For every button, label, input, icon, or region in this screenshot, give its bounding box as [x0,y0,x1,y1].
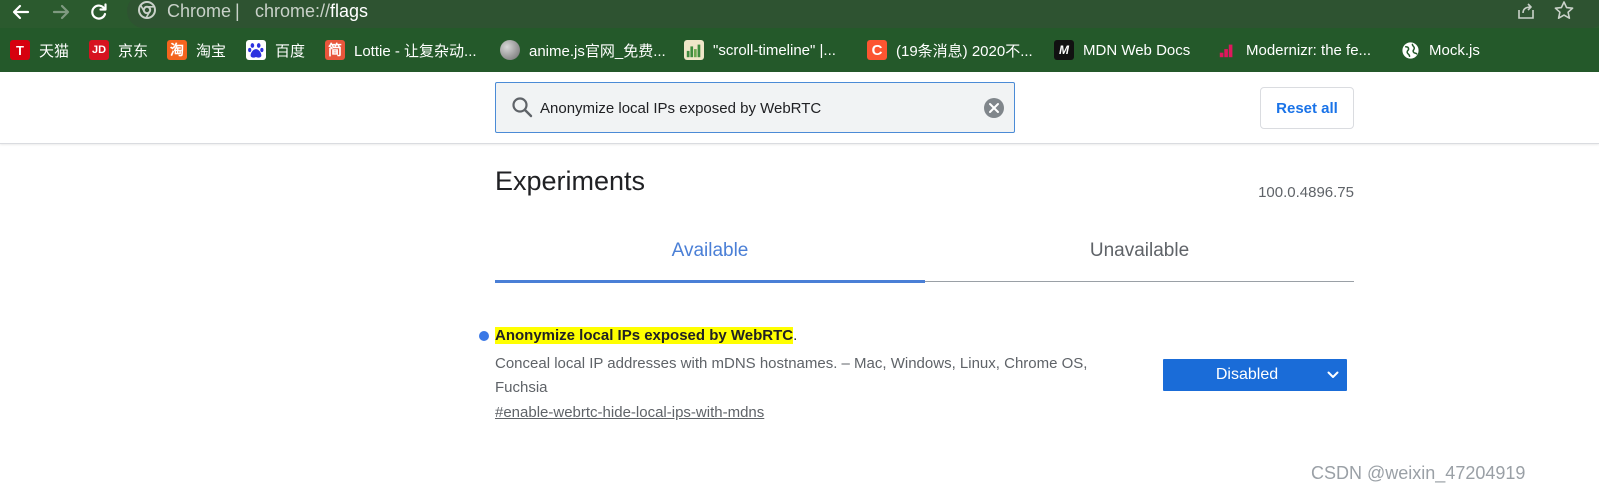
csdn-watermark: CSDN @weixin_47204919 [1311,463,1526,483]
bookmark-label: (19条消息) 2020不... [896,42,1033,60]
flag-description: Conceal local IP addresses with mDNS hos… [495,355,1088,396]
flag-title: Anonymize local IPs exposed by WebRTC. [495,327,797,344]
tab-available[interactable]: Available [495,240,925,282]
bookmark-label: Modernizr: the fe... [1246,41,1372,59]
address-url-prefix: chrome:// [255,1,331,21]
page-title: Experiments [495,166,646,196]
address-url-path: flags [330,1,369,21]
bookmark-caniuse[interactable]: "scroll-timeline" |... [684,38,836,62]
reload-icon [91,3,107,20]
address-separator: | [235,1,240,21]
bookmark-label: "scroll-timeline" |... [713,41,836,59]
search-input[interactable] [540,97,970,119]
csdn-icon: C [867,40,887,60]
flag-permalink[interactable]: #enable-webrtc-hide-local-ips-with-mdns [495,404,764,421]
address-url[interactable]: chrome://flags [255,0,368,22]
bookmark-anime[interactable]: anime.js官网_免费... [500,38,666,62]
active-tab-indicator [495,280,925,283]
bookmark-mockjs[interactable]: Mock.js [1400,38,1480,62]
bookmark-tmall[interactable]: T 天猫 [10,38,69,62]
address-site-label: Chrome [167,1,232,21]
bookmark-label: MDN Web Docs [1083,41,1191,59]
chevron-down-icon [1327,371,1339,378]
flag-state-select[interactable]: Disabled [1163,359,1347,391]
flag-modified-dot [479,331,489,341]
clear-search-icon[interactable] [983,97,1005,119]
tab-unavailable[interactable]: Unavailable [925,240,1354,282]
modernizr-icon [1217,40,1237,60]
back-arrow-icon [12,4,30,20]
baidu-icon [246,40,266,60]
mdn-icon: M [1054,40,1074,60]
bookmark-label: Lottie - 让复杂动... [354,42,477,60]
chrome-logo-icon [138,1,156,19]
flag-title-suffix: . [793,327,798,344]
bookmark-label: anime.js官网_免费... [529,42,666,60]
flag-state-value: Disabled [1215,366,1279,383]
bookmark-label: Mock.js [1429,41,1480,59]
search-icon [512,97,533,118]
bookmark-label: 淘宝 [196,42,227,60]
browser-toolbar: Chrome | chrome://flags [0,0,1599,28]
reset-all-button[interactable]: Reset all [1260,87,1354,129]
forward-button[interactable] [46,0,76,24]
flag-title-highlight: Anonymize local IPs exposed by WebRTC [495,327,794,344]
tmall-icon: T [10,40,30,60]
bookmark-label: 天猫 [39,42,70,60]
forward-arrow-icon [52,4,70,20]
reload-button[interactable] [84,0,114,24]
lottie-icon: 简 [325,40,345,60]
anime-icon [500,40,520,60]
globe-icon [1400,40,1420,60]
caniuse-icon [684,40,704,60]
bookmark-star-icon[interactable] [1553,0,1575,22]
back-button[interactable] [6,0,36,24]
search-box [495,82,1015,133]
bookmark-label: 京东 [118,42,149,60]
bookmarks-bar: T 天猫 JD 京东 淘 淘宝 百度 简 Lottie - 让复杂动... an… [0,28,1599,72]
bookmark-taobao[interactable]: 淘 淘宝 [167,38,226,62]
version-label: 100.0.4896.75 [1258,184,1354,201]
bookmark-modernizr[interactable]: Modernizr: the fe... [1217,38,1371,62]
flags-header: Reset all [0,72,1599,144]
share-icon[interactable] [1515,0,1537,22]
jd-icon: JD [89,40,109,60]
bookmark-baidu[interactable]: 百度 [246,38,305,62]
taobao-icon: 淘 [167,40,187,60]
bookmark-csdn[interactable]: C (19条消息) 2020不... [867,38,1033,62]
bookmark-jd[interactable]: JD 京东 [89,38,148,62]
bookmark-mdn[interactable]: M MDN Web Docs [1054,38,1190,62]
bookmark-label: 百度 [275,42,306,60]
bookmark-lottie[interactable]: 简 Lottie - 让复杂动... [325,38,477,62]
